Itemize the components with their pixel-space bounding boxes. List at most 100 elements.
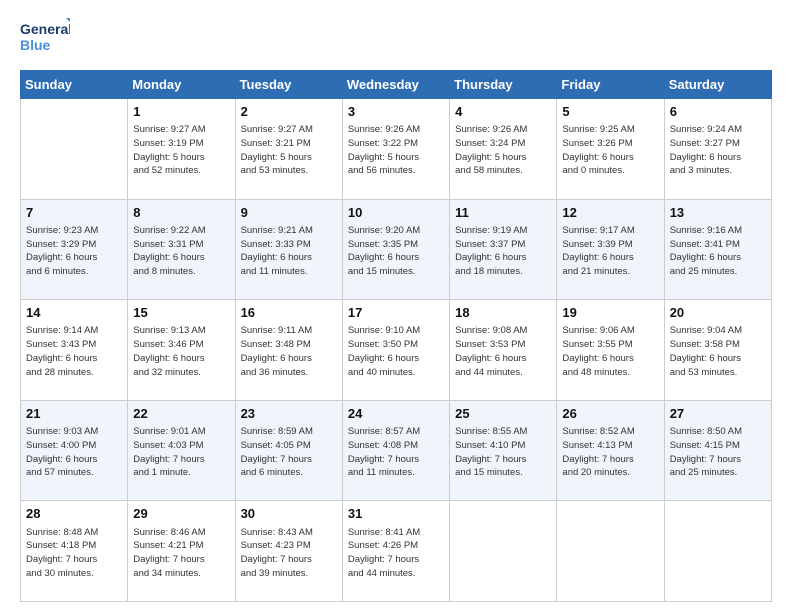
day-info: Sunrise: 9:14 AM Sunset: 3:43 PM Dayligh…: [26, 324, 122, 379]
day-number: 4: [455, 103, 551, 121]
day-number: 24: [348, 405, 444, 423]
day-info: Sunrise: 9:10 AM Sunset: 3:50 PM Dayligh…: [348, 324, 444, 379]
calendar-cell: 28 Sunrise: 8:48 AM Sunset: 4:18 PM Dayli…: [21, 501, 128, 602]
calendar-cell: 4 Sunrise: 9:26 AM Sunset: 3:24 PM Daylig…: [450, 99, 557, 200]
calendar-cell: [557, 501, 664, 602]
day-number: 2: [241, 103, 337, 121]
day-info: Sunrise: 8:55 AM Sunset: 4:10 PM Dayligh…: [455, 425, 551, 480]
logo-svg: General Blue: [20, 16, 70, 60]
day-number: 30: [241, 505, 337, 523]
calendar-header-row: SundayMondayTuesdayWednesdayThursdayFrid…: [21, 71, 772, 99]
day-info: Sunrise: 9:13 AM Sunset: 3:46 PM Dayligh…: [133, 324, 229, 379]
day-number: 29: [133, 505, 229, 523]
calendar-week-row: 21 Sunrise: 9:03 AM Sunset: 4:00 PM Dayli…: [21, 400, 772, 501]
calendar-cell: 6Sunrise: 9:24 AM Sunset: 3:27 PM Daylig…: [664, 99, 771, 200]
calendar-cell: 22Sunrise: 9:01 AM Sunset: 4:03 PM Dayli…: [128, 400, 235, 501]
calendar-cell: 30 Sunrise: 8:43 AM Sunset: 4:23 PM Dayli…: [235, 501, 342, 602]
calendar-cell: 21 Sunrise: 9:03 AM Sunset: 4:00 PM Dayli…: [21, 400, 128, 501]
day-info: Sunrise: 8:48 AM Sunset: 4:18 PM Dayligh…: [26, 526, 122, 581]
page: General Blue SundayMondayTuesdayWednesda…: [0, 0, 792, 612]
calendar-cell: 24 Sunrise: 8:57 AM Sunset: 4:08 PM Dayli…: [342, 400, 449, 501]
day-number: 15: [133, 304, 229, 322]
day-number: 31: [348, 505, 444, 523]
calendar-week-row: 7 Sunrise: 9:23 AM Sunset: 3:29 PM Daylig…: [21, 199, 772, 300]
day-info: Sunrise: 9:20 AM Sunset: 3:35 PM Dayligh…: [348, 224, 444, 279]
calendar-cell: 26 Sunrise: 8:52 AM Sunset: 4:13 PM Dayli…: [557, 400, 664, 501]
day-number: 21: [26, 405, 122, 423]
day-number: 22: [133, 405, 229, 423]
col-header-wednesday: Wednesday: [342, 71, 449, 99]
day-info: Sunrise: 9:24 AM Sunset: 3:27 PM Dayligh…: [670, 123, 766, 178]
calendar-cell: 2 Sunrise: 9:27 AM Sunset: 3:21 PM Daylig…: [235, 99, 342, 200]
day-number: 20: [670, 304, 766, 322]
day-number: 17: [348, 304, 444, 322]
day-number: 8: [133, 204, 229, 222]
day-number: 7: [26, 204, 122, 222]
calendar-cell: 19 Sunrise: 9:06 AM Sunset: 3:55 PM Dayli…: [557, 300, 664, 401]
day-number: 28: [26, 505, 122, 523]
calendar-table: SundayMondayTuesdayWednesdayThursdayFrid…: [20, 70, 772, 602]
calendar-cell: 25 Sunrise: 8:55 AM Sunset: 4:10 PM Dayli…: [450, 400, 557, 501]
calendar-cell: 20 Sunrise: 9:04 AM Sunset: 3:58 PM Dayli…: [664, 300, 771, 401]
day-info: Sunrise: 9:23 AM Sunset: 3:29 PM Dayligh…: [26, 224, 122, 279]
day-number: 16: [241, 304, 337, 322]
day-number: 18: [455, 304, 551, 322]
day-info: Sunrise: 9:17 AM Sunset: 3:39 PM Dayligh…: [562, 224, 658, 279]
day-number: 26: [562, 405, 658, 423]
day-number: 3: [348, 103, 444, 121]
day-info: Sunrise: 9:22 AM Sunset: 3:31 PM Dayligh…: [133, 224, 229, 279]
day-number: 13: [670, 204, 766, 222]
calendar-cell: 11Sunrise: 9:19 AM Sunset: 3:37 PM Dayli…: [450, 199, 557, 300]
calendar-cell: 17 Sunrise: 9:10 AM Sunset: 3:50 PM Dayli…: [342, 300, 449, 401]
day-info: Sunrise: 9:04 AM Sunset: 3:58 PM Dayligh…: [670, 324, 766, 379]
col-header-thursday: Thursday: [450, 71, 557, 99]
col-header-tuesday: Tuesday: [235, 71, 342, 99]
day-number: 14: [26, 304, 122, 322]
day-info: Sunrise: 8:50 AM Sunset: 4:15 PM Dayligh…: [670, 425, 766, 480]
day-info: Sunrise: 9:25 AM Sunset: 3:26 PM Dayligh…: [562, 123, 658, 178]
calendar-cell: [664, 501, 771, 602]
day-info: Sunrise: 9:19 AM Sunset: 3:37 PM Dayligh…: [455, 224, 551, 279]
calendar-week-row: 28 Sunrise: 8:48 AM Sunset: 4:18 PM Dayli…: [21, 501, 772, 602]
day-info: Sunrise: 9:06 AM Sunset: 3:55 PM Dayligh…: [562, 324, 658, 379]
day-info: Sunrise: 9:26 AM Sunset: 3:24 PM Dayligh…: [455, 123, 551, 178]
day-info: Sunrise: 8:59 AM Sunset: 4:05 PM Dayligh…: [241, 425, 337, 480]
day-info: Sunrise: 8:41 AM Sunset: 4:26 PM Dayligh…: [348, 526, 444, 581]
svg-text:General: General: [20, 21, 70, 37]
day-number: 5: [562, 103, 658, 121]
day-number: 25: [455, 405, 551, 423]
calendar-week-row: 14 Sunrise: 9:14 AM Sunset: 3:43 PM Dayli…: [21, 300, 772, 401]
calendar-cell: 27Sunrise: 8:50 AM Sunset: 4:15 PM Dayli…: [664, 400, 771, 501]
calendar-cell: 14 Sunrise: 9:14 AM Sunset: 3:43 PM Dayli…: [21, 300, 128, 401]
calendar-cell: 1Sunrise: 9:27 AM Sunset: 3:19 PM Daylig…: [128, 99, 235, 200]
calendar-week-row: 1Sunrise: 9:27 AM Sunset: 3:19 PM Daylig…: [21, 99, 772, 200]
day-info: Sunrise: 9:27 AM Sunset: 3:21 PM Dayligh…: [241, 123, 337, 178]
day-info: Sunrise: 8:43 AM Sunset: 4:23 PM Dayligh…: [241, 526, 337, 581]
calendar-cell: [450, 501, 557, 602]
calendar-cell: 15 Sunrise: 9:13 AM Sunset: 3:46 PM Dayli…: [128, 300, 235, 401]
day-info: Sunrise: 9:27 AM Sunset: 3:19 PM Dayligh…: [133, 123, 229, 178]
logo: General Blue: [20, 16, 70, 60]
calendar-cell: 12Sunrise: 9:17 AM Sunset: 3:39 PM Dayli…: [557, 199, 664, 300]
day-info: Sunrise: 9:08 AM Sunset: 3:53 PM Dayligh…: [455, 324, 551, 379]
calendar-cell: 3 Sunrise: 9:26 AM Sunset: 3:22 PM Daylig…: [342, 99, 449, 200]
day-info: Sunrise: 8:46 AM Sunset: 4:21 PM Dayligh…: [133, 526, 229, 581]
day-info: Sunrise: 9:11 AM Sunset: 3:48 PM Dayligh…: [241, 324, 337, 379]
day-number: 23: [241, 405, 337, 423]
day-info: Sunrise: 9:21 AM Sunset: 3:33 PM Dayligh…: [241, 224, 337, 279]
calendar-cell: 5 Sunrise: 9:25 AM Sunset: 3:26 PM Daylig…: [557, 99, 664, 200]
calendar-cell: 31 Sunrise: 8:41 AM Sunset: 4:26 PM Dayli…: [342, 501, 449, 602]
day-info: Sunrise: 8:57 AM Sunset: 4:08 PM Dayligh…: [348, 425, 444, 480]
day-number: 19: [562, 304, 658, 322]
day-info: Sunrise: 9:03 AM Sunset: 4:00 PM Dayligh…: [26, 425, 122, 480]
col-header-friday: Friday: [557, 71, 664, 99]
calendar-cell: 29 Sunrise: 8:46 AM Sunset: 4:21 PM Dayli…: [128, 501, 235, 602]
day-info: Sunrise: 9:26 AM Sunset: 3:22 PM Dayligh…: [348, 123, 444, 178]
calendar-cell: 18 Sunrise: 9:08 AM Sunset: 3:53 PM Dayli…: [450, 300, 557, 401]
col-header-saturday: Saturday: [664, 71, 771, 99]
day-info: Sunrise: 8:52 AM Sunset: 4:13 PM Dayligh…: [562, 425, 658, 480]
calendar-cell: [21, 99, 128, 200]
calendar-cell: 7 Sunrise: 9:23 AM Sunset: 3:29 PM Daylig…: [21, 199, 128, 300]
calendar-cell: 10 Sunrise: 9:20 AM Sunset: 3:35 PM Dayli…: [342, 199, 449, 300]
day-number: 10: [348, 204, 444, 222]
